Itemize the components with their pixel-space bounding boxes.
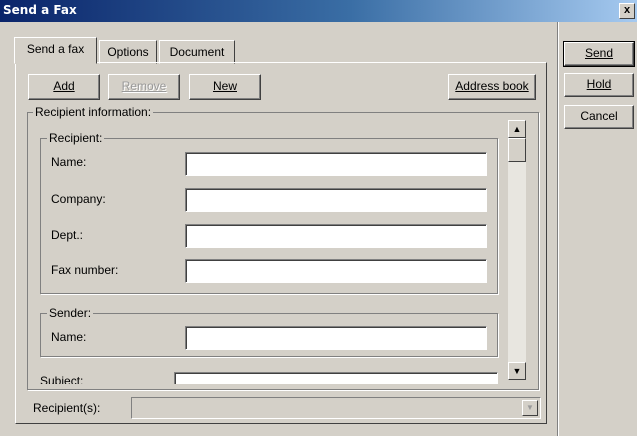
cancel-button-label: Cancel (580, 109, 618, 123)
scroll-thumb[interactable] (508, 138, 526, 162)
sender-name-field[interactable] (185, 326, 487, 350)
address-book-button[interactable]: Address book (448, 74, 536, 100)
send-button-label: Send (584, 46, 614, 60)
fax-number-label: Fax number: (51, 263, 119, 277)
recipient-name-field[interactable] (185, 152, 487, 176)
tab-options[interactable]: Options (99, 40, 157, 64)
new-button-label: New (212, 79, 237, 93)
recipient-information-legend: Recipient information: (33, 105, 154, 119)
company-label: Company: (51, 192, 106, 206)
add-button[interactable]: Add (28, 74, 100, 100)
scroll-up-icon[interactable]: ▲ (508, 120, 526, 138)
side-separator (557, 22, 558, 436)
send-button[interactable]: Send (563, 41, 635, 67)
close-icon[interactable]: x (619, 3, 635, 19)
subject-field[interactable] (174, 372, 498, 384)
name-label: Name: (51, 155, 87, 169)
send-fax-dialog: Send a Fax x Send a fax Options Document… (0, 0, 637, 436)
recipients-label: Recipient(s): (33, 401, 101, 415)
tab-send-a-fax[interactable]: Send a fax (14, 37, 97, 64)
dept-field[interactable] (185, 224, 487, 248)
window-title: Send a Fax (3, 3, 77, 17)
fax-number-field[interactable] (185, 259, 487, 283)
recipient-legend: Recipient: (47, 131, 105, 145)
subject-label: Subject: (40, 374, 84, 384)
dept-label: Dept.: (51, 228, 84, 242)
sender-legend: Sender: (47, 306, 94, 320)
hold-button-label: Hold (586, 77, 612, 91)
recipients-combo[interactable]: ▼ (131, 397, 541, 419)
chevron-down-icon[interactable]: ▼ (522, 400, 538, 416)
remove-button[interactable]: Remove (108, 74, 180, 100)
address-book-button-label: Address book (455, 79, 529, 93)
subject-row-clip: Subject: (28, 370, 508, 384)
vertical-scrollbar[interactable]: ▲ ▼ (508, 120, 526, 380)
company-field[interactable] (185, 188, 487, 212)
sender-name-label: Name: (51, 330, 87, 344)
hold-button[interactable]: Hold (564, 73, 634, 97)
scroll-down-icon[interactable]: ▼ (508, 362, 526, 380)
add-button-label: Add (53, 79, 75, 93)
title-bar[interactable]: Send a Fax x (0, 0, 637, 22)
remove-button-label: Remove (121, 79, 167, 93)
cancel-button[interactable]: Cancel (564, 105, 634, 129)
tab-document[interactable]: Document (159, 40, 235, 64)
new-button[interactable]: New (189, 74, 261, 100)
